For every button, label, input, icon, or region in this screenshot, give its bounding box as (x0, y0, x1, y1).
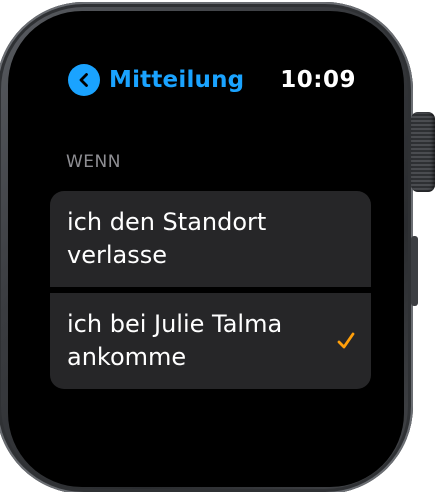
option-leave-location[interactable]: ich den Standort verlasse (50, 191, 371, 287)
side-button[interactable] (411, 236, 418, 306)
back-button[interactable]: Mitteilung (68, 64, 244, 96)
clock-time: 10:09 (280, 67, 356, 93)
option-label: ich bei Julie Talma ankomme (67, 310, 283, 371)
digital-crown[interactable] (411, 112, 435, 192)
section-label: WENN (66, 152, 121, 172)
back-title: Mitteilung (109, 67, 245, 93)
option-arrive-julie-talma[interactable]: ich bei Julie Talma ankomme (50, 293, 371, 389)
header: Mitteilung 10:09 (68, 63, 356, 97)
chevron-left-icon (68, 64, 100, 96)
apple-watch: Mitteilung 10:09 WENN ich den Standort v… (0, 0, 439, 492)
checkmark-icon (337, 331, 355, 351)
watch-screen: Mitteilung 10:09 WENN ich den Standort v… (8, 11, 404, 487)
option-label: ich den Standort verlasse (67, 208, 267, 269)
